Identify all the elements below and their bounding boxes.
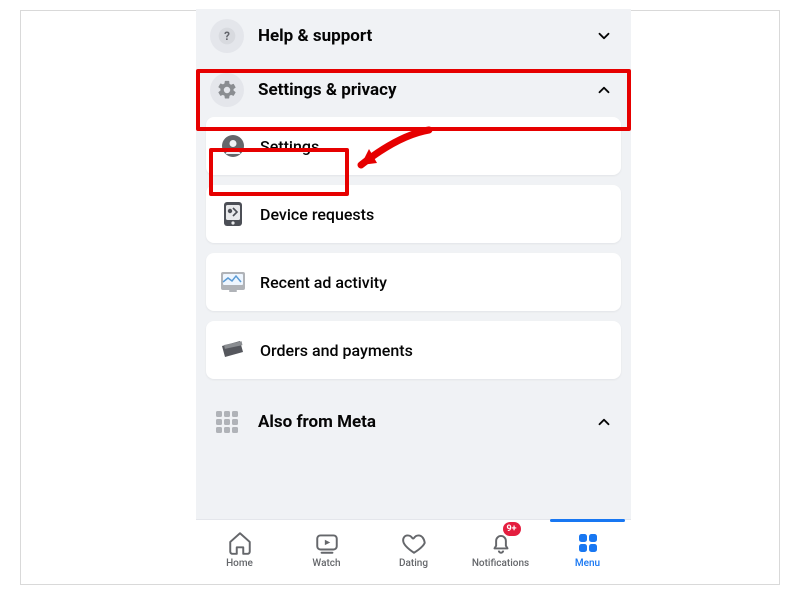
tab-label: Menu — [575, 558, 600, 569]
gear-icon — [210, 73, 244, 107]
section-also-from-meta[interactable]: Also from Meta — [196, 395, 631, 449]
menu-item-label: Device requests — [260, 205, 374, 224]
section-label: Settings & privacy — [258, 80, 595, 100]
person-icon — [220, 133, 246, 159]
watch-icon — [314, 530, 340, 556]
section-help-support[interactable]: ? Help & support — [196, 9, 631, 63]
home-icon — [227, 530, 253, 556]
menu-item-orders-payments[interactable]: Orders and payments — [206, 321, 621, 379]
section-label: Help & support — [258, 26, 595, 46]
chevron-down-icon — [595, 27, 613, 45]
section-settings-privacy[interactable]: Settings & privacy — [196, 63, 631, 117]
tab-home[interactable]: Home — [196, 520, 283, 579]
heart-icon — [401, 530, 427, 556]
menu-screen: ? Help & support Settings & privacy — [196, 9, 631, 529]
tab-label: Notifications — [472, 558, 529, 569]
device-icon — [220, 201, 246, 227]
menu-item-settings[interactable]: Settings — [206, 117, 621, 175]
section-label: Also from Meta — [258, 412, 595, 432]
tab-notifications[interactable]: 9+ Notifications — [457, 520, 544, 579]
settings-privacy-submenu: Settings Device requests — [196, 117, 631, 395]
help-icon: ? — [210, 19, 244, 53]
menu-item-label: Settings — [260, 137, 319, 156]
payment-icon — [220, 337, 246, 363]
menu-grid-icon — [575, 530, 601, 556]
menu-item-label: Recent ad activity — [260, 273, 387, 292]
tab-menu[interactable]: Menu — [544, 520, 631, 579]
chevron-up-icon — [595, 413, 613, 431]
tab-label: Watch — [312, 558, 340, 569]
bottom-tab-bar: Home Watch Dating — [196, 519, 631, 579]
svg-text:?: ? — [224, 29, 230, 43]
ad-activity-icon — [220, 269, 246, 295]
menu-item-recent-ad-activity[interactable]: Recent ad activity — [206, 253, 621, 311]
tab-label: Dating — [399, 558, 428, 569]
apps-grid-icon — [210, 405, 244, 439]
screenshot-canvas: ? Help & support Settings & privacy — [20, 10, 780, 585]
chevron-up-icon — [595, 81, 613, 99]
menu-item-device-requests[interactable]: Device requests — [206, 185, 621, 243]
menu-item-label: Orders and payments — [260, 341, 413, 360]
tab-label: Home — [226, 558, 253, 569]
tab-watch[interactable]: Watch — [283, 520, 370, 579]
tab-dating[interactable]: Dating — [370, 520, 457, 579]
notification-badge: 9+ — [503, 522, 521, 536]
